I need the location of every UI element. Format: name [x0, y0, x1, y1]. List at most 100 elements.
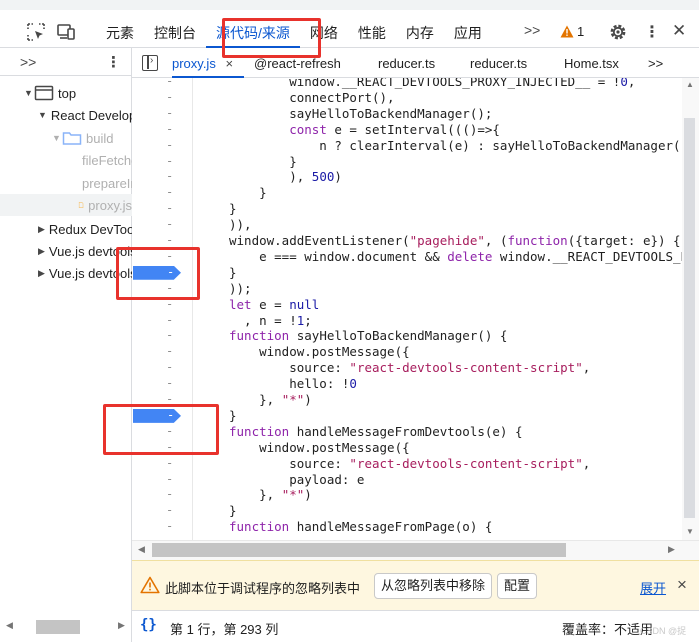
editor-tab-reducer[interactable]: reducer.ts: [470, 48, 527, 78]
scroll-down-arrow-icon[interactable]: ▼: [686, 527, 694, 536]
expand-arrow-icon: ▶: [38, 245, 45, 256]
code-line: window.__REACT_DEVTOOLS_PROXY_INJECTED__…: [229, 78, 636, 89]
tab-memory[interactable]: 内存: [396, 14, 444, 48]
customize-menu-icon[interactable]: ⋮: [644, 22, 660, 42]
code-line: }: [229, 185, 267, 201]
code-line: }: [229, 201, 237, 217]
line-gutter[interactable]: -----------------------------: [132, 78, 193, 540]
line-marker[interactable]: -: [166, 313, 173, 327]
tree-item-proxy-selected[interactable]: proxy.js: [0, 194, 132, 216]
code-line: window.addEventListener("pagehide", (fun…: [229, 233, 681, 248]
inspect-element-icon[interactable]: [26, 22, 46, 42]
navigator-menu-icon[interactable]: ⋮: [106, 53, 121, 71]
line-marker[interactable]: -: [166, 185, 173, 199]
line-marker[interactable]: -: [166, 519, 173, 533]
tab-console[interactable]: 控制台: [144, 14, 206, 48]
editor-tabs: › proxy.js × @react-refresh reducer.ts r…: [132, 48, 699, 78]
tree-item-file[interactable]: prepareInjection.js: [78, 172, 132, 194]
code-editor[interactable]: ----------------------------- window.__R…: [132, 78, 699, 540]
code-line: window.postMessage({: [229, 439, 410, 455]
code-line: const e = setInterval((()=>{: [289, 121, 500, 137]
line-marker[interactable]: -: [166, 233, 173, 247]
tree-label: Redux DevTools: [48, 221, 132, 237]
expand-arrow-icon: ▶: [38, 267, 45, 278]
editor-tab-home[interactable]: Home.tsx: [564, 48, 619, 78]
scroll-left-arrow-icon[interactable]: ◀: [138, 544, 145, 555]
code-line: source: "react-devtools-content-script",: [229, 360, 591, 376]
annotation-box-sources-tab: [222, 18, 321, 58]
tree-label: proxy.js: [88, 197, 132, 213]
expand-arrow-icon: ▶: [38, 223, 45, 234]
line-marker[interactable]: -: [166, 360, 173, 374]
line-marker[interactable]: -: [166, 217, 173, 231]
tree-item-file[interactable]: fileFetcher.js: [78, 149, 132, 171]
toggle-navigator-icon[interactable]: ›: [142, 55, 158, 71]
close-tab-icon[interactable]: ×: [225, 56, 233, 71]
expand-link[interactable]: 展开: [640, 578, 666, 597]
tree-item-build[interactable]: ▼ build: [52, 127, 132, 149]
vertical-scrollbar-thumb[interactable]: [684, 118, 695, 518]
scroll-left-arrow-icon[interactable]: ◀: [6, 620, 13, 631]
configure-button[interactable]: 配置: [497, 573, 538, 599]
browser-strip: [0, 0, 699, 10]
line-marker[interactable]: -: [166, 138, 173, 152]
navigator-scrollbar[interactable]: [36, 620, 80, 634]
line-marker[interactable]: -: [166, 487, 173, 501]
file-navigator: >> ⋮ ▼ top ▼ React Developer Tools ▼ bui…: [0, 48, 132, 642]
line-marker[interactable]: -: [166, 78, 173, 88]
code-line: ), 500): [229, 169, 342, 185]
more-tabs-button[interactable]: >>: [524, 22, 540, 38]
devtools-toolbar: 元素 控制台 源代码/来源 网络 性能 内存 应用 >> 1 ⋮ ✕: [0, 0, 699, 48]
line-marker[interactable]: -: [166, 472, 173, 486]
horizontal-scrollbar-thumb[interactable]: [152, 543, 566, 557]
collapse-arrow-icon: ▼: [52, 133, 61, 143]
close-devtools-icon[interactable]: ✕: [672, 21, 686, 41]
line-marker[interactable]: -: [166, 154, 173, 168]
tree-item-top[interactable]: ▼ top: [24, 82, 132, 104]
tree-label: top: [58, 85, 77, 101]
code-line: payload: e: [229, 471, 365, 487]
tab-performance[interactable]: 性能: [348, 14, 396, 48]
line-marker[interactable]: -: [166, 344, 173, 358]
tab-elements[interactable]: 元素: [96, 14, 144, 48]
line-marker[interactable]: -: [166, 503, 173, 517]
line-marker[interactable]: -: [166, 169, 173, 183]
code-line: sayHelloToBackendManager();: [229, 105, 493, 121]
tree-label: prepareInjection.js: [82, 175, 132, 191]
code-line: }, "*"): [229, 487, 312, 503]
remove-from-ignore-list-button[interactable]: 从忽略列表中移除: [374, 573, 493, 599]
line-marker[interactable]: -: [166, 201, 173, 215]
close-infobar-icon[interactable]: ×: [677, 575, 687, 595]
code-line: }: [229, 264, 237, 280]
code-line: }: [229, 407, 237, 423]
warning-count: 1: [577, 24, 585, 39]
line-marker[interactable]: -: [166, 90, 173, 104]
more-navigators-button[interactable]: >>: [20, 54, 36, 70]
code-line: connectPort(),: [229, 89, 395, 105]
line-marker[interactable]: -: [166, 456, 173, 470]
pretty-print-button[interactable]: {}: [140, 617, 157, 633]
code-line: n ? clearInterval(e) : sayHelloToBackend…: [229, 137, 689, 153]
code-line: window.postMessage({: [229, 344, 410, 360]
more-editor-tabs-button[interactable]: >>: [648, 48, 663, 78]
code-line: function sayHelloToBackendManager() {: [229, 328, 508, 344]
frame-icon: [34, 85, 54, 101]
editor-tab-reducer[interactable]: reducer.ts: [378, 48, 435, 78]
scroll-up-arrow-icon[interactable]: ▲: [686, 80, 694, 89]
scroll-right-arrow-icon[interactable]: ▶: [118, 620, 125, 631]
collapse-arrow-icon: ▼: [38, 110, 47, 120]
scroll-right-arrow-icon[interactable]: ▶: [668, 544, 675, 555]
tab-application[interactable]: 应用: [444, 14, 492, 48]
tree-label: React Developer Tools: [50, 107, 132, 123]
issues-badge[interactable]: 1: [560, 24, 584, 39]
tree-item-redux-devtools[interactable]: ▶ Redux DevTools: [38, 218, 132, 240]
device-toolbar-icon[interactable]: [56, 22, 76, 42]
line-marker[interactable]: -: [166, 376, 173, 390]
folder-icon: [62, 132, 82, 145]
line-marker[interactable]: -: [166, 106, 173, 120]
line-marker[interactable]: -: [166, 122, 173, 136]
line-marker[interactable]: -: [166, 328, 173, 342]
tree-item-react-devtools[interactable]: ▼ React Developer Tools: [38, 104, 132, 126]
annotation-box-breakpoint: [116, 247, 200, 300]
settings-gear-icon[interactable]: [608, 22, 628, 42]
